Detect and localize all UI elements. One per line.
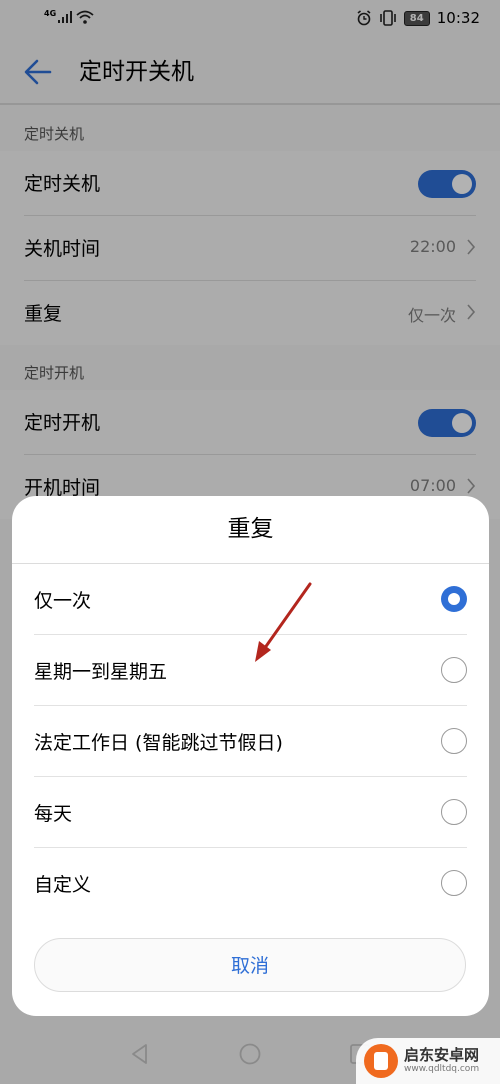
dialog-title: 重复 xyxy=(227,516,274,542)
site-watermark: 启东安卓网 www.qdltdq.com xyxy=(356,1038,500,1084)
repeat-option-workdays[interactable]: 法定工作日 (智能跳过节假日) xyxy=(34,706,467,777)
repeat-option-weekdays[interactable]: 星期一到星期五 xyxy=(34,635,467,706)
cancel-button[interactable]: 取消 xyxy=(34,938,466,992)
repeat-options-list: 仅一次 星期一到星期五 法定工作日 (智能跳过节假日) 每天 自定义 xyxy=(12,564,489,918)
option-label: 星期一到星期五 xyxy=(34,661,168,683)
nav-home-icon[interactable] xyxy=(238,1042,262,1066)
watermark-text: 启东安卓网 www.qdltdq.com xyxy=(404,1047,479,1075)
radio-checked-icon[interactable] xyxy=(441,586,467,612)
repeat-option-daily[interactable]: 每天 xyxy=(34,777,467,848)
radio-unchecked-icon[interactable] xyxy=(441,728,467,754)
repeat-dialog: 重复 仅一次 星期一到星期五 法定工作日 (智能跳过节假日) 每天 自定义 取消 xyxy=(12,496,489,1016)
option-label: 每天 xyxy=(34,803,73,825)
option-label: 仅一次 xyxy=(34,590,92,612)
nav-back-icon[interactable] xyxy=(128,1042,152,1066)
radio-unchecked-icon[interactable] xyxy=(441,799,467,825)
radio-unchecked-icon[interactable] xyxy=(441,870,467,896)
watermark-name: 启东安卓网 xyxy=(404,1046,480,1064)
repeat-option-custom[interactable]: 自定义 xyxy=(34,848,467,918)
repeat-option-once[interactable]: 仅一次 xyxy=(34,564,467,635)
timer-power-settings-screen: 4G 84 10:32 定时开关机 定时关机 定时关机 关机时间 22:00 重… xyxy=(0,0,500,1084)
watermark-url: www.qdltdq.com xyxy=(404,1064,480,1074)
option-label: 法定工作日 (智能跳过节假日) xyxy=(34,732,283,754)
watermark-logo-icon xyxy=(364,1044,398,1078)
radio-unchecked-icon[interactable] xyxy=(441,657,467,683)
option-label: 自定义 xyxy=(34,874,92,896)
